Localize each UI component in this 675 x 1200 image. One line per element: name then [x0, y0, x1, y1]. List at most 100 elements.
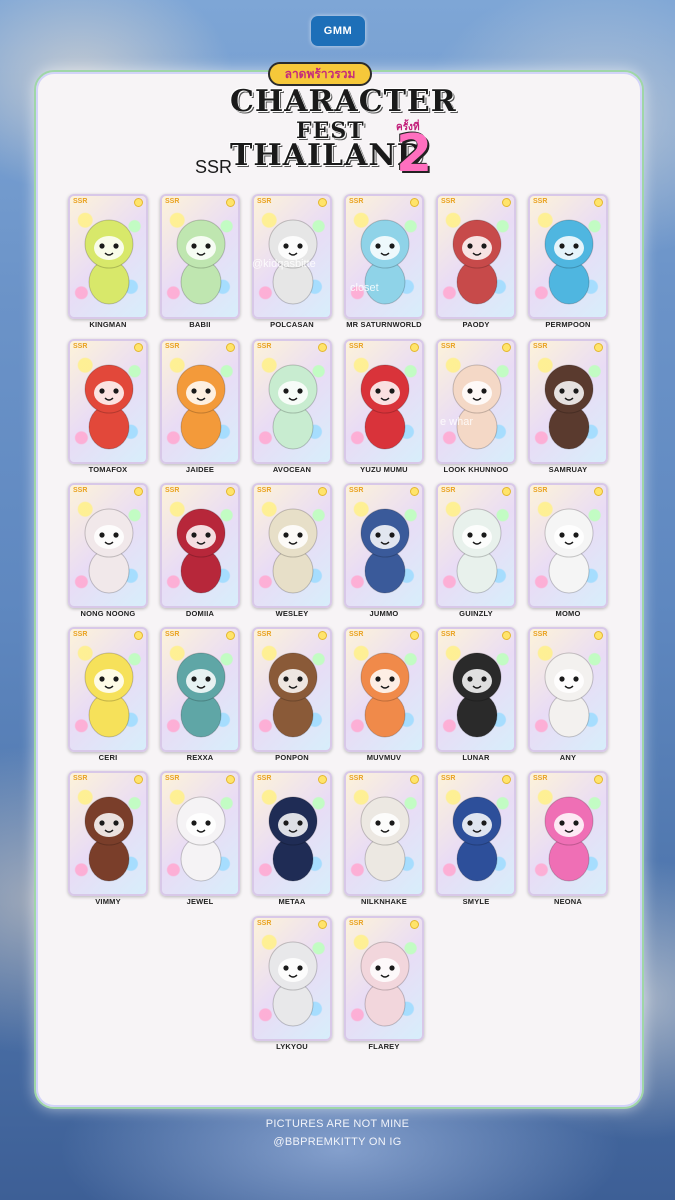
event-title: CHARACTER FEST THAILAND ครั้งที่ 2 [226, 84, 456, 194]
card-rarity-tag: SSR [533, 343, 548, 350]
character-card: SSR [528, 771, 608, 896]
card-rarity-tag: SSR [349, 920, 364, 927]
character-card: SSR [252, 627, 332, 752]
character-name: GUINZLY [459, 609, 493, 618]
character-card: SSR [344, 771, 424, 896]
sparkle-icon [134, 631, 143, 640]
character-name: NONG NOONG [80, 609, 136, 618]
sparkle-icon [226, 487, 235, 496]
sparkle-icon [594, 631, 603, 640]
plush-image [452, 652, 502, 738]
sparkle-icon [410, 198, 419, 207]
card-rarity-tag: SSR [533, 631, 548, 638]
plush-image [544, 364, 594, 450]
character-name: VIMMY [95, 897, 121, 906]
plush-image [360, 219, 410, 305]
character-name: ANY [559, 753, 577, 762]
card-rarity-tag: SSR [257, 198, 272, 205]
character-card: SSR [252, 194, 332, 319]
character-card: SSR [68, 771, 148, 896]
plush-image [176, 796, 226, 882]
card-rarity-tag: SSR [165, 487, 180, 494]
character-card: SSR [252, 483, 332, 608]
plush-image [268, 508, 318, 594]
plush-image [360, 364, 410, 450]
plush-image [544, 796, 594, 882]
character-name: JUMMO [369, 609, 399, 618]
card-rarity-tag: SSR [165, 775, 180, 782]
plush-image [452, 796, 502, 882]
sparkle-icon [502, 487, 511, 496]
credit-handle: @BBPREMKITTY ON IG [273, 1136, 402, 1148]
sparkle-icon [226, 198, 235, 207]
card-rarity-tag: SSR [533, 198, 548, 205]
character-name: REXXA [186, 753, 214, 762]
plush-image [268, 796, 318, 882]
watermark: @kidqasbitte [252, 258, 316, 270]
plush-image [176, 652, 226, 738]
plush-image [360, 941, 410, 1027]
card-rarity-tag: SSR [441, 775, 456, 782]
plush-image [176, 508, 226, 594]
character-name: YUZU MUMU [360, 465, 408, 474]
character-name: TOMAFOX [88, 465, 128, 474]
credit-line: PICTURES ARE NOT MINE [265, 1118, 410, 1130]
sparkle-icon [318, 198, 327, 207]
card-rarity-tag: SSR [349, 775, 364, 782]
sparkle-icon [226, 631, 235, 640]
character-name: DOMIIA [185, 609, 215, 618]
card-rarity-tag: SSR [441, 631, 456, 638]
plush-image [268, 941, 318, 1027]
sparkle-icon [594, 775, 603, 784]
sparkle-icon [226, 343, 235, 352]
character-card: SSR [436, 627, 516, 752]
plush-image [84, 364, 134, 450]
plush-image [544, 508, 594, 594]
character-card: SSR [160, 771, 240, 896]
card-rarity-tag: SSR [165, 343, 180, 350]
plush-image [452, 219, 502, 305]
card-rarity-tag: SSR [165, 631, 180, 638]
sparkle-icon [594, 343, 603, 352]
watermark: e whar [440, 416, 474, 428]
character-card: SSR [68, 194, 148, 319]
character-card: SSR [436, 339, 516, 464]
title-line-3: THAILAND [230, 138, 424, 173]
plush-image [176, 219, 226, 305]
rarity-label: SSR [195, 157, 233, 177]
character-name: MOMO [555, 609, 581, 618]
card-rarity-tag: SSR [349, 198, 364, 205]
character-name: MUVMUV [366, 753, 402, 762]
card-rarity-tag: SSR [441, 198, 456, 205]
sparkle-icon [410, 775, 419, 784]
watermark: closet [350, 282, 379, 294]
character-card: SSR [436, 483, 516, 608]
sparkle-icon [594, 198, 603, 207]
sparkle-icon [318, 631, 327, 640]
plush-image [176, 364, 226, 450]
plush-image [84, 652, 134, 738]
character-name: NEONA [553, 897, 583, 906]
plush-image [84, 508, 134, 594]
sparkle-icon [502, 198, 511, 207]
plush-image [544, 219, 594, 305]
character-card: SSR [344, 916, 424, 1041]
character-card: SSR [344, 627, 424, 752]
character-card: SSR [344, 194, 424, 319]
plush-image [268, 364, 318, 450]
card-rarity-tag: SSR [73, 487, 88, 494]
character-name: AVOCEAN [272, 465, 312, 474]
plush-image [84, 219, 134, 305]
character-card: SSR [68, 483, 148, 608]
plush-image [452, 364, 502, 450]
sparkle-icon [226, 775, 235, 784]
character-name: FLAREY [368, 1042, 400, 1051]
card-rarity-tag: SSR [349, 487, 364, 494]
character-card: SSR [160, 627, 240, 752]
character-name: MR SATURNWORLD [346, 320, 422, 329]
character-name: JAIDEE [185, 465, 215, 474]
plush-image [360, 796, 410, 882]
character-name: PONPON [275, 753, 309, 762]
sparkle-icon [134, 487, 143, 496]
character-name: POLCASAN [270, 320, 314, 329]
